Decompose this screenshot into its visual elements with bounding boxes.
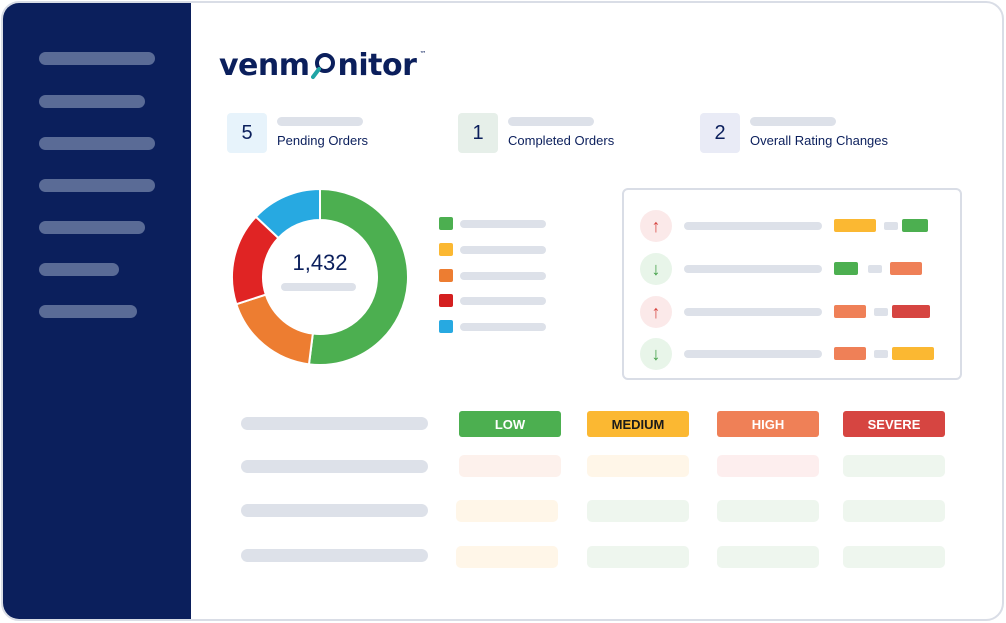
donut-total: 1,432 xyxy=(292,250,348,275)
rating-to-bar xyxy=(890,262,922,275)
sidebar xyxy=(3,3,191,619)
legend-label-placeholder xyxy=(460,323,546,331)
row-label-placeholder xyxy=(684,308,822,316)
legend-swatch xyxy=(439,294,453,307)
severity-row-label-placeholder xyxy=(241,460,428,473)
row-label-placeholder xyxy=(684,265,822,273)
severity-header-medium[interactable]: MEDIUM xyxy=(587,411,689,437)
magnifier-icon xyxy=(310,50,337,80)
arrow-up-icon: ↑ xyxy=(640,296,672,328)
brand-logo: venm nitor ™ xyxy=(219,40,426,90)
rating-change-row[interactable]: ↓ xyxy=(640,253,940,285)
severity-row-label-placeholder xyxy=(241,504,428,517)
severity-cell[interactable] xyxy=(587,546,689,568)
rating-from-bar xyxy=(834,305,866,318)
severity-header-severe[interactable]: SEVERE xyxy=(843,411,945,437)
severity-cell[interactable] xyxy=(456,500,558,522)
legend-swatch xyxy=(439,320,453,333)
legend-swatch xyxy=(439,217,453,230)
stat-overall-rating-changes[interactable]: 2 Overall Rating Changes xyxy=(700,113,888,153)
arrow-down-icon: ↓ xyxy=(640,253,672,285)
rating-to-bar xyxy=(892,305,930,318)
sidebar-item-7[interactable] xyxy=(39,305,137,318)
rating-from-bar xyxy=(834,219,876,232)
rating-to-bar xyxy=(892,347,934,360)
stat-label: Pending Orders xyxy=(277,133,369,148)
donut-caption-placeholder xyxy=(281,283,356,291)
donut-segment-1[interactable] xyxy=(307,188,409,366)
severity-cell[interactable] xyxy=(717,500,819,522)
severity-cell[interactable] xyxy=(717,455,819,477)
sidebar-item-2[interactable] xyxy=(39,95,145,108)
stat-placeholder xyxy=(750,117,836,126)
stat-pending-orders[interactable]: 5 Pending Orders xyxy=(227,113,387,153)
donut-segment-2[interactable] xyxy=(235,293,314,366)
legend-label-placeholder xyxy=(460,297,546,305)
legend-label-placeholder xyxy=(460,220,546,228)
stat-value: 2 xyxy=(700,113,740,153)
arrow-up-icon: ↑ xyxy=(640,210,672,242)
legend-swatch xyxy=(439,269,453,282)
severity-cell[interactable] xyxy=(843,500,945,522)
legend-label-placeholder xyxy=(460,272,546,280)
legend-label-placeholder xyxy=(460,246,546,254)
row-label-placeholder xyxy=(684,350,822,358)
rating-change-row[interactable]: ↑ xyxy=(640,210,940,242)
stat-label: Completed Orders xyxy=(508,133,615,148)
sidebar-item-6[interactable] xyxy=(39,263,119,276)
severity-cell[interactable] xyxy=(587,455,689,477)
brand-name-part1: venm xyxy=(219,47,310,83)
stat-value: 1 xyxy=(458,113,498,153)
severity-cell[interactable] xyxy=(459,455,561,477)
severity-header-high[interactable]: HIGH xyxy=(717,411,819,437)
arrow-down-icon: ↓ xyxy=(640,338,672,370)
stat-placeholder xyxy=(277,117,363,126)
stat-value: 5 xyxy=(227,113,267,153)
rating-from-bar xyxy=(834,347,866,360)
sidebar-item-4[interactable] xyxy=(39,179,155,192)
severity-header-low[interactable]: LOW xyxy=(459,411,561,437)
rating-separator xyxy=(874,308,888,316)
trademark: ™ xyxy=(419,50,426,58)
sidebar-item-5[interactable] xyxy=(39,221,145,234)
rating-to-bar xyxy=(902,219,928,232)
rating-separator xyxy=(884,222,898,230)
rating-change-row[interactable]: ↑ xyxy=(640,296,940,328)
stat-completed-orders[interactable]: 1 Completed Orders xyxy=(458,113,628,153)
severity-cell[interactable] xyxy=(717,546,819,568)
severity-cell[interactable] xyxy=(456,546,558,568)
stat-placeholder xyxy=(508,117,594,126)
brand-name-part2: nitor xyxy=(337,47,417,83)
rating-separator xyxy=(868,265,882,273)
rating-change-row[interactable]: ↓ xyxy=(640,338,940,370)
severity-cell[interactable] xyxy=(843,546,945,568)
rating-separator xyxy=(874,350,888,358)
rating-from-bar xyxy=(834,262,858,275)
row-label-placeholder xyxy=(684,222,822,230)
severity-cell[interactable] xyxy=(587,500,689,522)
sidebar-item-1[interactable] xyxy=(39,52,155,65)
sidebar-item-3[interactable] xyxy=(39,137,155,150)
stat-label: Overall Rating Changes xyxy=(750,133,889,148)
donut-chart xyxy=(231,188,409,366)
severity-cell[interactable] xyxy=(843,455,945,477)
rating-changes-panel: ↑ ↓ ↑ ↓ xyxy=(622,188,962,380)
severity-row-label-placeholder xyxy=(241,549,428,562)
legend-swatch xyxy=(439,243,453,256)
severity-header-placeholder xyxy=(241,417,428,430)
